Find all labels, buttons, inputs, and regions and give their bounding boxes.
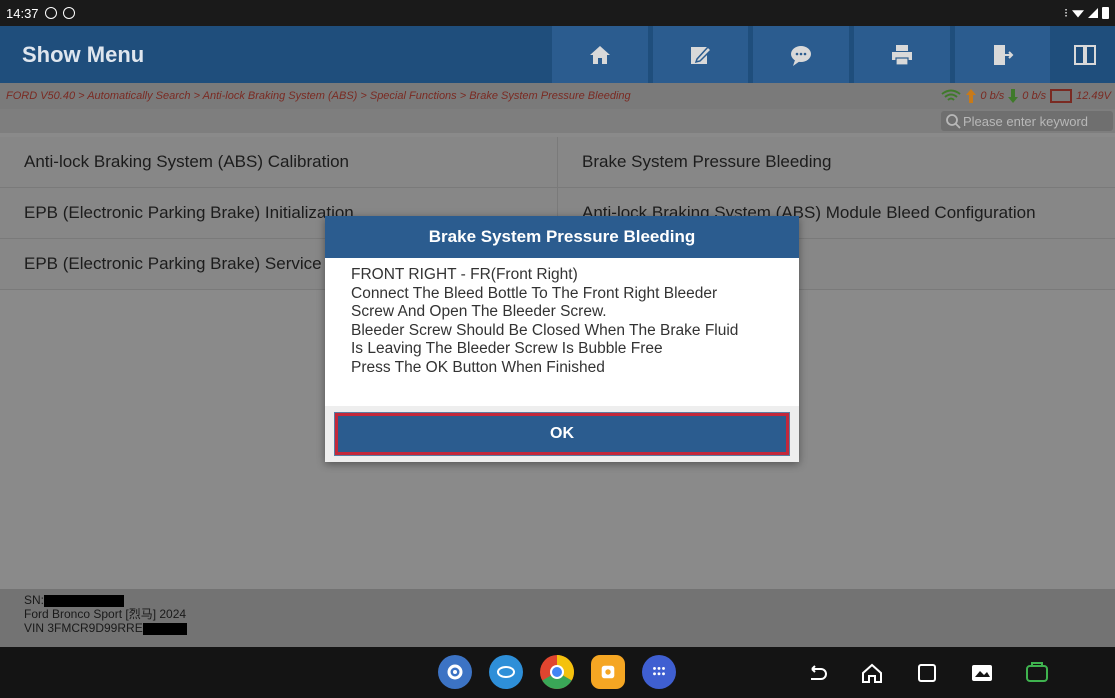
chrome-app-icon[interactable] xyxy=(540,655,574,689)
sn-label: SN: xyxy=(24,593,45,607)
vehicle-model: Ford Bronco Sport [烈马] 2024 xyxy=(24,607,187,621)
page-title: Show Menu xyxy=(22,41,145,67)
diagnostic-app-icon[interactable] xyxy=(591,655,625,689)
upload-rate: 0 b/s xyxy=(980,90,1005,102)
upload-arrow-icon xyxy=(966,89,977,103)
home-nav-icon[interactable] xyxy=(859,660,885,686)
chat-button[interactable] xyxy=(753,26,849,83)
vin-label: VIN 3FMCR9D99RRE xyxy=(24,621,143,635)
edit-button[interactable] xyxy=(652,26,749,83)
chat-icon xyxy=(791,45,812,66)
settings-app-icon[interactable] xyxy=(438,655,472,689)
exit-button[interactable] xyxy=(954,26,1051,83)
wifi-status-icon xyxy=(1072,10,1084,18)
dialog-message: FRONT RIGHT - FR(Front Right) Connect Th… xyxy=(325,258,799,406)
vci-icon[interactable] xyxy=(1024,660,1050,686)
home-button[interactable] xyxy=(552,26,648,83)
dialog-line: Screw And Open The Bleeder Screw. xyxy=(351,303,607,320)
menu-row: Anti-lock Braking System (ABS) Calibrati… xyxy=(0,137,1115,188)
app-drawer-icon[interactable] xyxy=(642,655,676,689)
back-icon[interactable] xyxy=(804,660,830,686)
browser-app-icon[interactable] xyxy=(489,655,523,689)
voltage-readout: 12.49V xyxy=(1076,90,1111,102)
download-arrow-icon xyxy=(1008,89,1019,103)
search-placeholder: Please enter keyword xyxy=(963,113,1089,129)
status-bar: 14:37 ⁝ xyxy=(0,0,1115,26)
signal-icon xyxy=(1088,8,1098,18)
menu-item-brake-pressure-bleeding[interactable]: Brake System Pressure Bleeding xyxy=(557,137,1115,187)
search-strip: Please enter keyword xyxy=(0,109,1115,133)
bleeding-instructions-dialog: Brake System Pressure Bleeding FRONT RIG… xyxy=(325,216,799,462)
screenshot-icon[interactable] xyxy=(969,660,995,686)
wifi-icon xyxy=(941,89,962,101)
recents-icon[interactable] xyxy=(914,660,940,686)
dialog-title: Brake System Pressure Bleeding xyxy=(325,216,799,258)
breadcrumb-path: FORD V50.40 > Automatically Search > Ant… xyxy=(6,90,631,102)
print-icon xyxy=(891,44,912,66)
breadcrumb: FORD V50.40 > Automatically Search > Ant… xyxy=(0,83,1115,109)
vehicle-battery-icon xyxy=(1050,89,1073,103)
redacted-vin xyxy=(142,622,187,635)
dialog-footer: OK xyxy=(325,406,799,462)
dialog-line: Press The OK Button When Finished xyxy=(351,358,605,376)
status-time: 14:37 xyxy=(6,5,39,21)
settings-notification-icon xyxy=(62,7,75,19)
search-input[interactable]: Please enter keyword xyxy=(941,111,1113,131)
vibrate-icon: ⁝ xyxy=(1064,6,1068,20)
split-view-icon xyxy=(1074,44,1097,65)
edit-icon xyxy=(691,45,713,64)
home-icon xyxy=(589,45,610,64)
system-nav-bar xyxy=(0,647,1115,698)
menu-item-abs-calibration[interactable]: Anti-lock Braking System (ABS) Calibrati… xyxy=(0,137,557,187)
redacted-serial xyxy=(44,594,125,607)
download-rate: 0 b/s xyxy=(1022,90,1047,102)
dialog-line: Bleeder Screw Should Be Closed When The … xyxy=(351,321,739,339)
dialog-line: FRONT RIGHT - FR(Front Right) xyxy=(351,266,578,283)
exit-icon xyxy=(994,44,1014,65)
battery-icon xyxy=(1102,7,1109,19)
dialog-line: Connect The Bleed Bottle To The Front Ri… xyxy=(351,284,718,302)
split-view-button[interactable] xyxy=(1055,26,1115,83)
vehicle-info: SN: Ford Bronco Sport [烈马] 2024 VIN 3FMC… xyxy=(0,589,1115,647)
search-icon xyxy=(946,114,961,129)
dialog-line: Is Leaving The Bleeder Screw Is Bubble F… xyxy=(351,340,663,357)
ok-button[interactable]: OK xyxy=(334,412,790,456)
top-bar: Show Menu xyxy=(0,26,1115,83)
print-button[interactable] xyxy=(853,26,950,83)
message-icon xyxy=(44,7,57,19)
